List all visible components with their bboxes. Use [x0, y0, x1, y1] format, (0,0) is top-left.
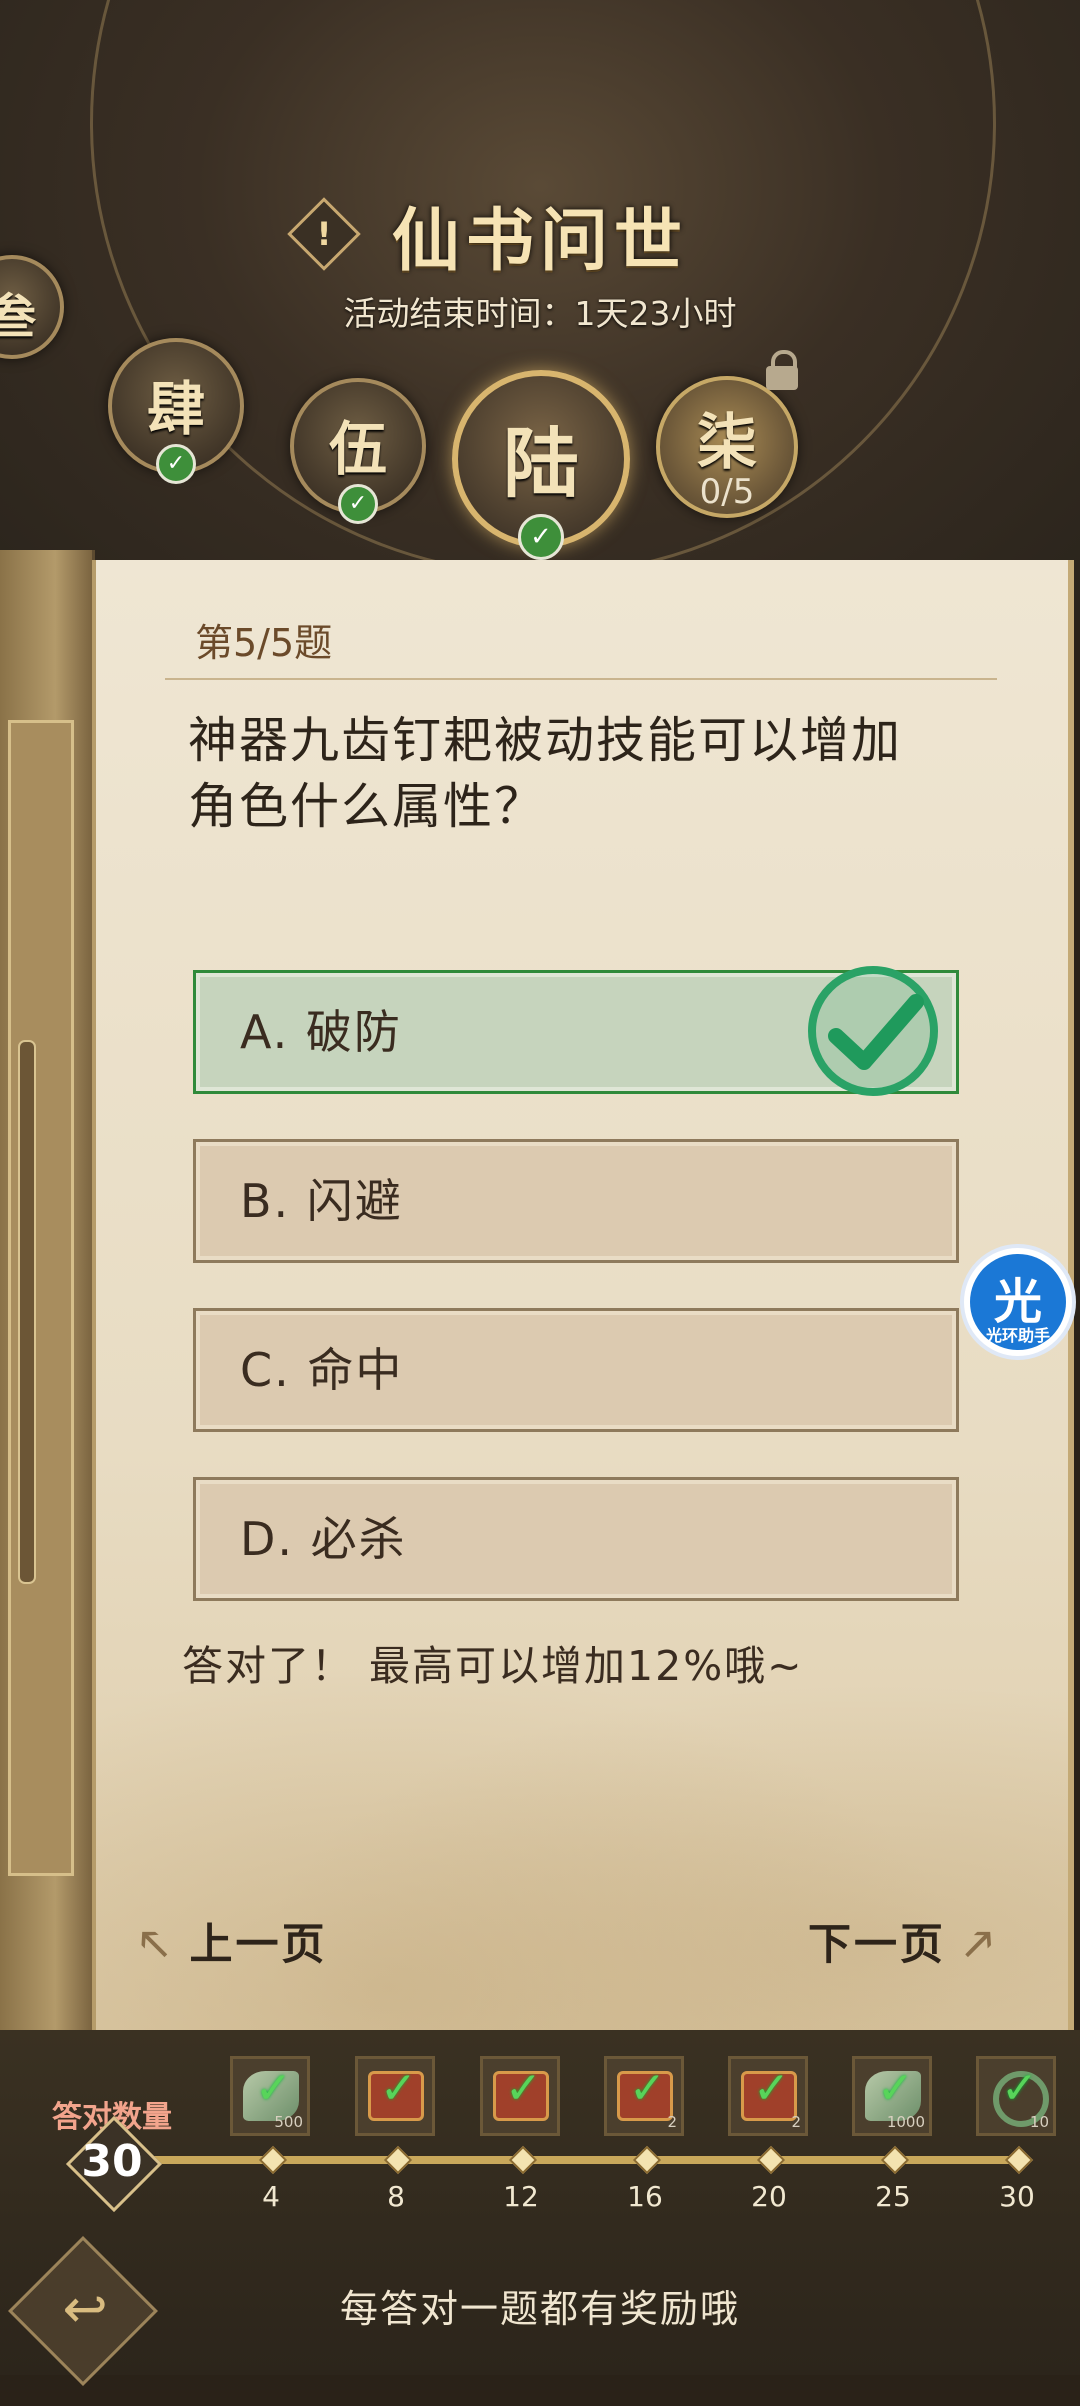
chapter-7[interactable]: 柒 0/5 [656, 376, 798, 518]
question-number: 第5/5题 [195, 621, 333, 665]
reward-count: 1000 [886, 2113, 925, 2131]
chapter-label: 柒 [697, 408, 757, 478]
milestone-label: 25 [875, 2180, 911, 2213]
reward-count: 2 [791, 2113, 801, 2131]
claimed-check-icon: ✓ [753, 2063, 790, 2114]
option-b[interactable]: B. 闪避 [193, 1139, 959, 1263]
claimed-check-icon: ✓ [505, 2063, 542, 2114]
page-title: 仙书问世 [391, 201, 688, 281]
event-end-time: 活动结束时间：1天23小时 [343, 294, 737, 333]
chapter-label: 肆 [146, 375, 205, 443]
reward-count: 2 [667, 2113, 677, 2131]
next-page-button[interactable]: 下一页 🡕 [808, 1910, 995, 1987]
claimed-check-icon: ✓ [877, 2063, 914, 2114]
chapter-6[interactable]: 陆 ✓ [452, 370, 630, 560]
correct-count-value: 30 [81, 2136, 143, 2187]
reward-count: 10 [1029, 2113, 1049, 2131]
option-d[interactable]: D. 必杀 [193, 1477, 959, 1601]
question-text: 神器九齿钉耙被动技能可以增加 角色什么属性？ [188, 708, 1008, 840]
question-line: 神器九齿钉耙被动技能可以增加 [188, 712, 903, 769]
scrollbar[interactable] [18, 1040, 36, 1584]
chapter-label: 伍 [328, 415, 387, 483]
claimed-check-icon: ✓ [1001, 2063, 1038, 2114]
option-label: C. 命中 [240, 1343, 404, 1397]
chapter-progress: 0/5 [699, 472, 755, 512]
check-icon: ✓ [156, 444, 196, 484]
reward-slot[interactable]: ✓ [480, 2056, 560, 2136]
reward-slot[interactable]: ✓ [355, 2056, 435, 2136]
reward-slot[interactable]: ✓ 500 [230, 2056, 310, 2136]
next-label: 下一页 [808, 1920, 946, 1970]
option-c[interactable]: C. 命中 [193, 1308, 959, 1432]
claimed-check-icon: ✓ [255, 2063, 292, 2114]
check-icon: ✓ [518, 514, 564, 560]
claimed-check-icon: ✓ [380, 2063, 417, 2114]
arrow-right-icon: 🡕 [963, 1920, 996, 1970]
milestone-label: 8 [387, 2180, 405, 2213]
option-label: B. 闪避 [240, 1174, 403, 1228]
answer-feedback: 答对了！ 最高可以增加12%哦~ [182, 1642, 804, 1690]
check-icon: ✓ [338, 484, 378, 524]
correct-check-icon [808, 966, 938, 1096]
lock-icon [764, 350, 800, 390]
arrow-left-icon: 🡔 [140, 1920, 172, 1970]
chapter-5[interactable]: 伍 ✓ [290, 378, 426, 524]
option-label: D. 必杀 [240, 1512, 407, 1566]
chapter-label: 陆 [503, 419, 579, 508]
side-frame [0, 550, 95, 2040]
milestone-label: 16 [627, 2180, 663, 2213]
prev-page-button[interactable]: 🡔 上一页 [140, 1910, 327, 1987]
reward-count: 500 [274, 2113, 303, 2131]
prev-label: 上一页 [189, 1920, 328, 1970]
reward-slot[interactable]: ✓ 10 [976, 2056, 1056, 2136]
reward-tip: 每答对一题都有奖励哦 [339, 2287, 740, 2331]
milestone-label: 12 [503, 2180, 539, 2213]
reward-slot[interactable]: ✓ 2 [604, 2056, 684, 2136]
claimed-check-icon: ✓ [629, 2063, 666, 2114]
milestone-label: 20 [751, 2180, 787, 2213]
chapter-label: 叁 [0, 289, 36, 345]
milestone-label: 4 [262, 2180, 280, 2213]
helper-badge: 光 光环助手 [970, 1254, 1066, 1350]
milestone-label: 30 [999, 2180, 1035, 2213]
question-line: 角色什么属性？ [188, 778, 546, 835]
chapter-4[interactable]: 肆 ✓ [108, 338, 244, 484]
divider [165, 678, 997, 680]
helper-label: 光环助手 [985, 1326, 1050, 1345]
reward-slot[interactable]: ✓ 2 [728, 2056, 808, 2136]
helper-assistant-button[interactable]: 光 光环助手 [960, 1244, 1076, 1360]
option-label: A. 破防 [240, 1005, 402, 1059]
reward-slot[interactable]: ✓ 1000 [852, 2056, 932, 2136]
